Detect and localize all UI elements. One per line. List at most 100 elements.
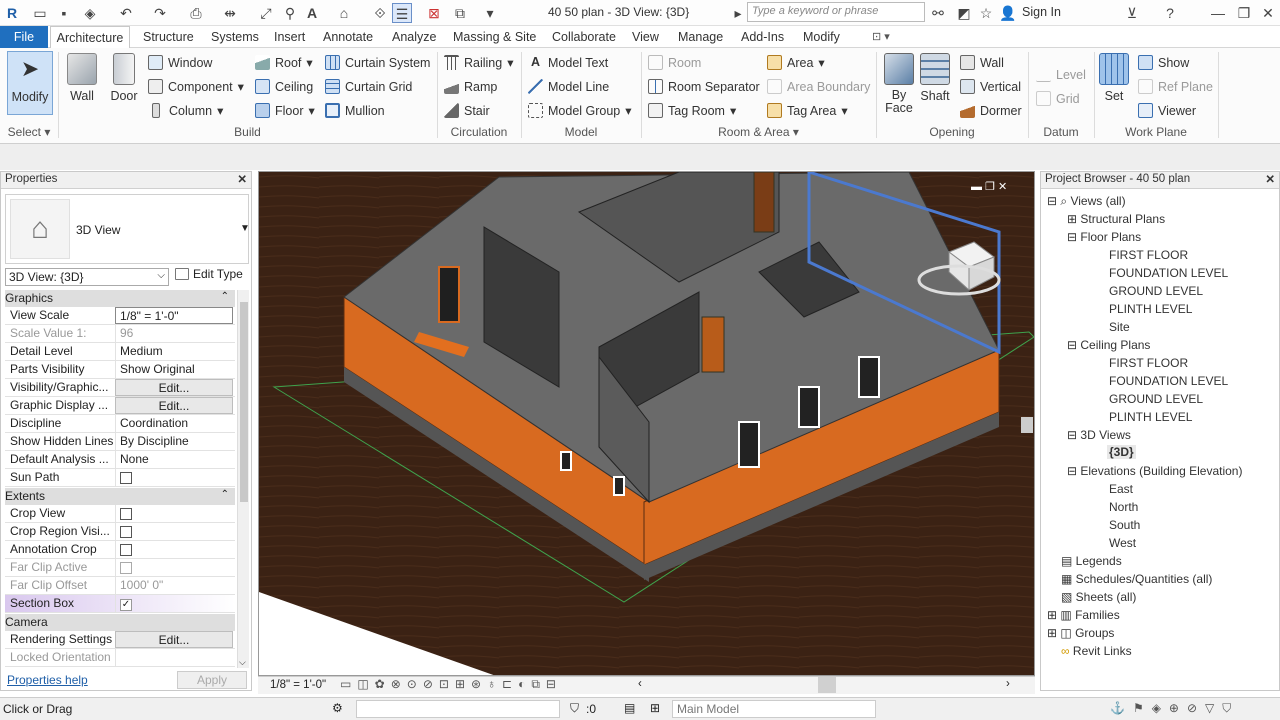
- row-default-analysis[interactable]: Default Analysis ... None: [5, 451, 235, 469]
- print-icon[interactable]: ⎙: [186, 3, 206, 23]
- tree-item-north[interactable]: North: [1109, 500, 1138, 514]
- tree-item-ceiling-plinth-level[interactable]: PLINTH LEVEL: [1109, 410, 1192, 424]
- ceiling-button[interactable]: Ceiling: [255, 79, 313, 94]
- measure-icon[interactable]: ⇹: [220, 3, 240, 23]
- tree-node-sheets[interactable]: ▧ Sheets (all): [1061, 590, 1136, 604]
- customize-toolbar-icon[interactable]: ▾: [480, 3, 500, 23]
- wall-opening-button[interactable]: Wall: [960, 55, 1004, 70]
- curtain-grid-button[interactable]: Curtain Grid: [325, 79, 412, 94]
- tree-node-floor-plans[interactable]: ⊟ Floor Plans: [1067, 230, 1141, 244]
- room-button[interactable]: Room: [648, 55, 701, 70]
- properties-scrollbar[interactable]: ⌵: [237, 290, 249, 668]
- area-boundary-button[interactable]: Area Boundary: [767, 79, 870, 94]
- maximize-icon[interactable]: ❐: [1234, 3, 1254, 23]
- wall-button[interactable]: Wall: [62, 53, 102, 103]
- minimize-icon[interactable]: —: [1208, 3, 1228, 23]
- window-button[interactable]: Window: [148, 55, 212, 70]
- tree-item-floor-ground-level[interactable]: GROUND LEVEL: [1109, 284, 1203, 298]
- view-control-icons[interactable]: ▭◫✿⊗⊙⊘⊡⊞⊛♁⊏◐⧉⊟: [340, 677, 562, 692]
- design-options-icon[interactable]: ▤: [624, 701, 635, 715]
- tab-massing-site[interactable]: Massing & Site: [453, 26, 536, 48]
- sync-icon[interactable]: ◈: [80, 3, 100, 23]
- tab-add-ins[interactable]: Add-Ins: [741, 26, 784, 48]
- horizontal-scroll-thumb[interactable]: [818, 677, 836, 693]
- tree-item-south[interactable]: South: [1109, 518, 1140, 532]
- scroll-down-icon[interactable]: ⌵: [239, 657, 246, 668]
- tree-item-floor-first-floor[interactable]: FIRST FLOOR: [1109, 248, 1188, 262]
- scroll-thumb[interactable]: [240, 302, 248, 502]
- mullion-button[interactable]: Mullion: [325, 103, 385, 118]
- editable-icon[interactable]: ⊞: [650, 701, 660, 715]
- group-camera[interactable]: Camera: [5, 614, 235, 631]
- tree-item-site[interactable]: Site: [1109, 320, 1130, 334]
- ribbon-toggle-icon[interactable]: ⊡ ▾: [872, 26, 890, 48]
- text-icon[interactable]: A: [302, 3, 322, 23]
- view-controls[interactable]: ▬ ❐ ✕: [971, 181, 1007, 193]
- curtain-system-button[interactable]: Curtain System: [325, 55, 430, 70]
- tree-node-elevations[interactable]: ⊟ Elevations (Building Elevation): [1067, 464, 1242, 478]
- switch-windows-icon[interactable]: ⧉: [450, 3, 470, 23]
- tab-insert[interactable]: Insert: [274, 26, 305, 48]
- cart-icon[interactable]: ⊻: [1122, 3, 1142, 23]
- row-rendering-settings[interactable]: Rendering Settings Edit...: [5, 631, 235, 649]
- by-face-button[interactable]: By Face: [882, 53, 916, 115]
- row-annotation-crop[interactable]: Annotation Crop: [5, 541, 235, 559]
- column-button[interactable]: Column ▾: [148, 103, 223, 118]
- tree-node-schedules[interactable]: ▦ Schedules/Quantities (all): [1061, 572, 1212, 586]
- ramp-button[interactable]: Ramp: [444, 79, 497, 94]
- save-icon[interactable]: ▪: [54, 3, 74, 23]
- graphic-display-edit-button[interactable]: Edit...: [115, 397, 233, 414]
- vertical-opening-button[interactable]: Vertical: [960, 79, 1021, 94]
- row-detail-level[interactable]: Detail Level Medium: [5, 343, 235, 361]
- close-icon[interactable]: ✕: [237, 172, 247, 186]
- type-selector[interactable]: ⌂ 3D View ▼: [5, 194, 250, 264]
- group-extents[interactable]: Extents ⌃: [5, 488, 235, 505]
- ref-plane-button[interactable]: Ref Plane: [1138, 79, 1213, 94]
- modify-button[interactable]: ➤ Modify: [7, 51, 53, 115]
- tree-node-structural-plans[interactable]: ⊞ Structural Plans: [1067, 212, 1165, 226]
- annotation-crop-checkbox[interactable]: [120, 544, 132, 556]
- view-scale-label[interactable]: 1/8" = 1'-0": [270, 679, 326, 691]
- communication-center-icon[interactable]: ◩: [954, 3, 974, 23]
- section-box-checkbox[interactable]: ✓: [120, 599, 132, 611]
- model-text-button[interactable]: A Model Text: [528, 55, 608, 70]
- sun-path-checkbox[interactable]: [120, 472, 132, 484]
- tree-item-west[interactable]: West: [1109, 536, 1136, 550]
- chevron-right-icon[interactable]: ▸: [728, 3, 748, 23]
- tree-node-legends[interactable]: ▤ Legends: [1061, 554, 1122, 568]
- tag-icon[interactable]: ⚲: [280, 3, 300, 23]
- set-work-plane-button[interactable]: Set: [1098, 53, 1130, 103]
- aligned-dimension-icon[interactable]: ⤢: [256, 3, 276, 23]
- select-panel-title[interactable]: Select ▾: [0, 125, 58, 139]
- stair-button[interactable]: Stair: [444, 103, 490, 118]
- building-model[interactable]: ▬ ❐ ✕: [259, 172, 1035, 676]
- component-button[interactable]: Component ▾: [148, 79, 244, 94]
- tab-systems[interactable]: Systems: [211, 26, 259, 48]
- properties-help-link[interactable]: Properties help: [7, 673, 88, 687]
- instance-selector[interactable]: 3D View: {3D} ⌵: [5, 268, 169, 286]
- shaft-button[interactable]: Shaft: [918, 53, 952, 103]
- tree-node-revit-links[interactable]: ∞ Revit Links: [1061, 644, 1132, 658]
- tree-item-3d-active[interactable]: {3D}: [1107, 445, 1136, 459]
- tree-item-east[interactable]: East: [1109, 482, 1133, 496]
- row-parts-visibility[interactable]: Parts Visibility Show Original: [5, 361, 235, 379]
- user-icon[interactable]: 👤: [998, 3, 1018, 23]
- tab-annotate[interactable]: Annotate: [323, 26, 373, 48]
- help-icon[interactable]: ?: [1160, 3, 1180, 23]
- room-area-panel-title[interactable]: Room & Area ▾: [641, 125, 876, 139]
- favorites-icon[interactable]: ☆: [976, 3, 996, 23]
- row-crop-view[interactable]: Crop View: [5, 505, 235, 523]
- tab-modify[interactable]: Modify: [803, 26, 840, 48]
- tree-item-ceiling-ground-level[interactable]: GROUND LEVEL: [1109, 392, 1203, 406]
- filter-icon[interactable]: ⛉: [570, 701, 579, 716]
- tab-analyze[interactable]: Analyze: [392, 26, 436, 48]
- undo-icon[interactable]: ↶: [116, 3, 136, 23]
- vertical-scroll-thumb[interactable]: [1021, 417, 1033, 433]
- tree-item-floor-foundation-level[interactable]: FOUNDATION LEVEL: [1109, 266, 1228, 280]
- row-graphic-display[interactable]: Graphic Display ... Edit...: [5, 397, 235, 415]
- rendering-settings-edit-button[interactable]: Edit...: [115, 631, 233, 648]
- tag-room-button[interactable]: Tag Room ▾: [648, 103, 736, 118]
- revit-logo-icon[interactable]: R: [2, 3, 22, 23]
- floor-button[interactable]: Floor ▾: [255, 103, 315, 118]
- row-sun-path[interactable]: Sun Path: [5, 469, 235, 487]
